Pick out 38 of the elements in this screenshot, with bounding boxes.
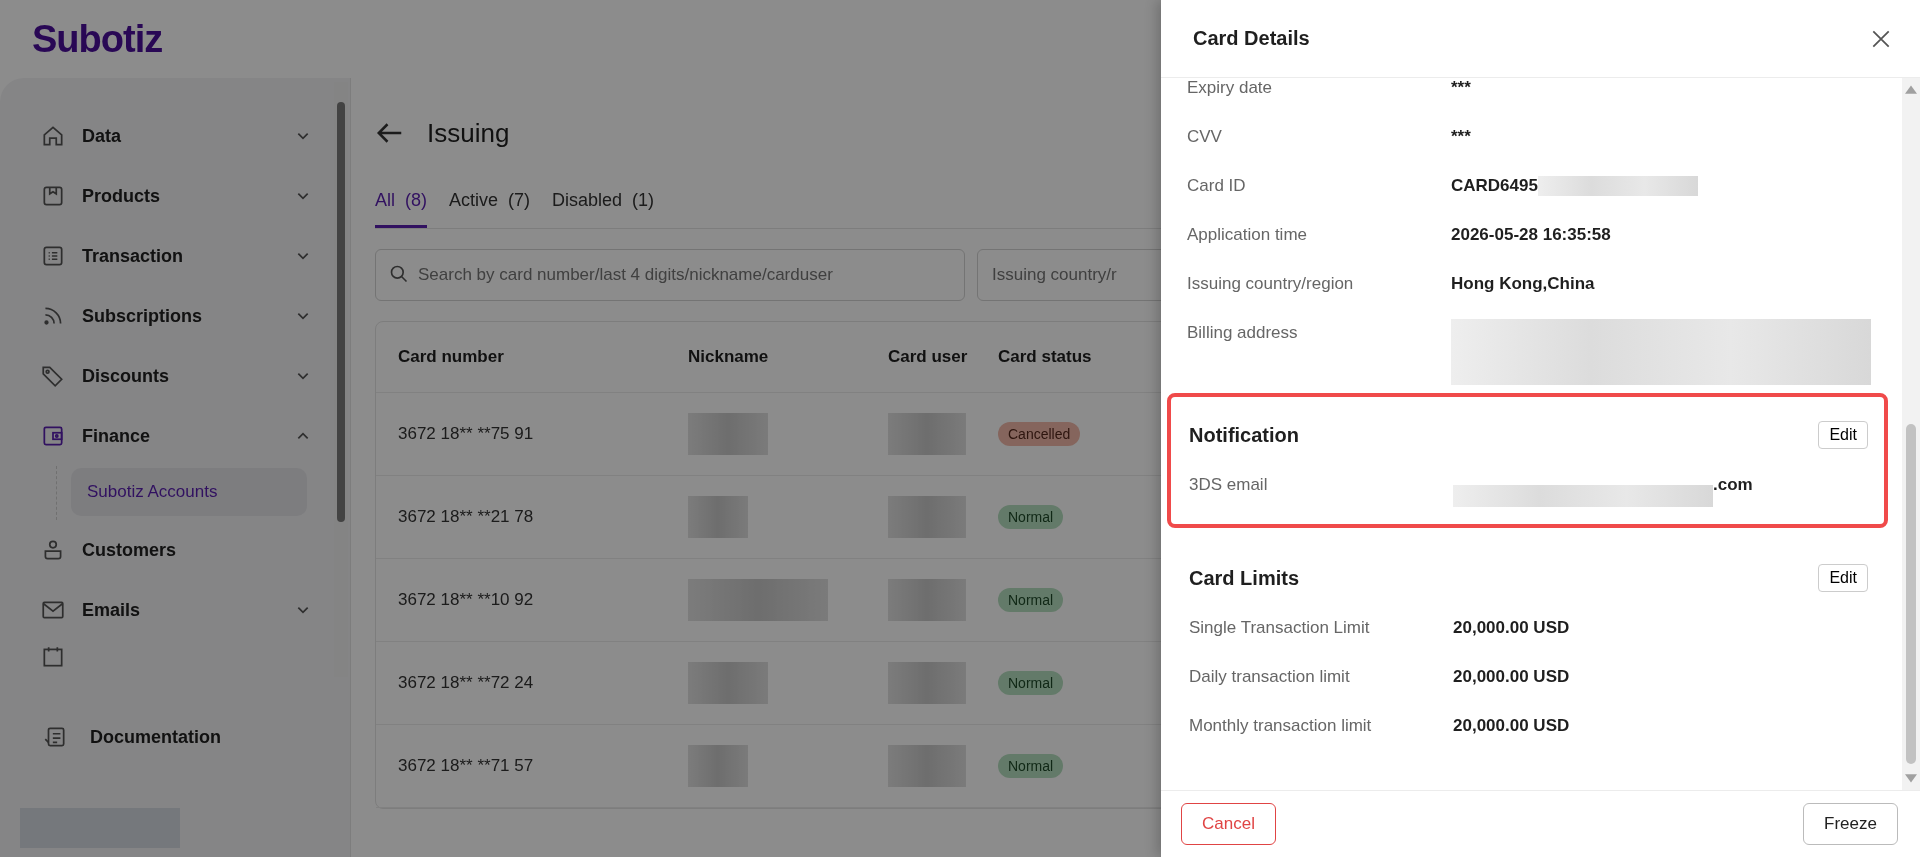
status-badge: Normal xyxy=(998,754,1064,778)
table-cell-text: 3672 18** **75 91 xyxy=(397,424,535,444)
column-header: Nickname xyxy=(688,347,770,367)
field-label: Monthly transaction limit xyxy=(1189,715,1373,736)
field-label: Application time xyxy=(1187,224,1308,245)
table-cell-text: 3672 18** **71 57 xyxy=(397,756,535,776)
field-value: 20,000.00 USD xyxy=(1453,617,1570,638)
column-header: Card user xyxy=(888,347,969,367)
field-value: 20,000.00 USD xyxy=(1453,666,1570,687)
section-title: Notification xyxy=(1189,423,1299,447)
status-badge: Normal xyxy=(998,505,1064,529)
field-value: 2026-05-28 16:35:58 xyxy=(1451,224,1611,245)
field-value: *** xyxy=(1451,126,1471,147)
page-title: Issuing xyxy=(427,117,510,149)
field-label: Single Transaction Limit xyxy=(1189,617,1371,638)
section-title: Card Limits xyxy=(1189,566,1300,590)
drawer-title: Card Details xyxy=(1193,27,1310,50)
status-badge: Cancelled xyxy=(998,422,1081,446)
logo: Subotiz xyxy=(32,17,163,61)
field-label: CVV xyxy=(1187,126,1223,147)
field-label: Billing address xyxy=(1187,322,1299,343)
field-label: Card ID xyxy=(1187,175,1247,196)
column-header: Card number xyxy=(397,347,505,367)
field-label: Issuing country/region xyxy=(1187,273,1355,294)
field-label: Expiry date xyxy=(1187,78,1274,98)
table-cell-text: 3672 18** **72 24 xyxy=(397,673,535,693)
field-value: Hong Kong,China xyxy=(1451,273,1595,294)
status-badge: Normal xyxy=(998,588,1064,612)
field-value: 20,000.00 USD xyxy=(1453,715,1570,736)
field-label: 3DS email xyxy=(1189,474,1269,495)
table-cell-text: 3672 18** **21 78 xyxy=(397,507,535,527)
column-header: Card status xyxy=(998,347,1093,367)
field-label: Daily transaction limit xyxy=(1189,666,1351,687)
field-value: CARD6495 xyxy=(1451,175,1538,196)
field-value: *** xyxy=(1451,78,1471,98)
table-cell-text: 3672 18** **10 92 xyxy=(397,590,535,610)
field-value: .com xyxy=(1713,474,1753,495)
status-badge: Normal xyxy=(998,671,1064,695)
